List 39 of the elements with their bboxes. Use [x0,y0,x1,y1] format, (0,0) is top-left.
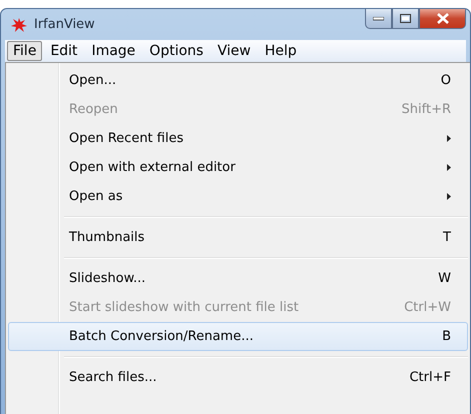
menu-item[interactable]: Open with external editor [8,153,468,182]
menu-item[interactable]: Thumbnails T [8,223,468,252]
shortcut-label: W [438,271,451,286]
menu-item[interactable]: Open as [8,182,468,211]
menu-item-label: Slideshow... [69,271,147,286]
shortcut-label: Ctrl+F [409,370,451,385]
menu-item[interactable]: Search files... Ctrl+F [8,363,468,392]
close-button[interactable] [419,9,466,29]
maximize-button[interactable] [392,9,419,29]
menu-item-label: Open with external editor [69,160,236,175]
menu-bar-item[interactable]: Options [143,41,210,61]
menu-bar-item[interactable]: View [211,41,257,61]
menu-bar-item[interactable]: Edit [44,41,84,61]
menu-item-label: Search files... [69,370,158,385]
menu-item[interactable]: Batch Conversion/Rename... B [8,322,468,351]
menu-item[interactable]: Open... O [8,66,468,95]
maximize-icon [400,14,411,23]
menu-item[interactable]: Open Recent files [8,124,468,153]
menu-item-label: Start slideshow with current file list [69,300,300,315]
menu-bar-item[interactable]: Help [258,41,303,61]
close-icon [436,13,448,24]
menu-bar-item[interactable]: File [7,41,42,61]
minimize-button[interactable] [365,9,392,29]
menu-bar-item[interactable]: Image [86,41,142,61]
shortcut-label: Shift+R [402,102,451,117]
app-icon [10,16,28,32]
shortcut-label: T [443,230,451,245]
menu-item-label: Batch Conversion/Rename... [69,329,254,344]
shortcut-label: O [440,73,451,88]
shortcut-label: Ctrl+W [404,300,451,315]
menu-item-label: Open... [69,73,118,88]
menu-item-label: Thumbnails [69,230,146,245]
minimize-icon [373,16,384,20]
menu-item-label: Open as [69,189,124,204]
shortcut-label: B [442,329,451,344]
menu-item-label: Reopen [69,102,119,117]
window-title: IrfanView [34,17,96,32]
menu-item[interactable]: Slideshow... W [8,264,468,293]
menu-item-label: Open Recent files [69,131,184,146]
